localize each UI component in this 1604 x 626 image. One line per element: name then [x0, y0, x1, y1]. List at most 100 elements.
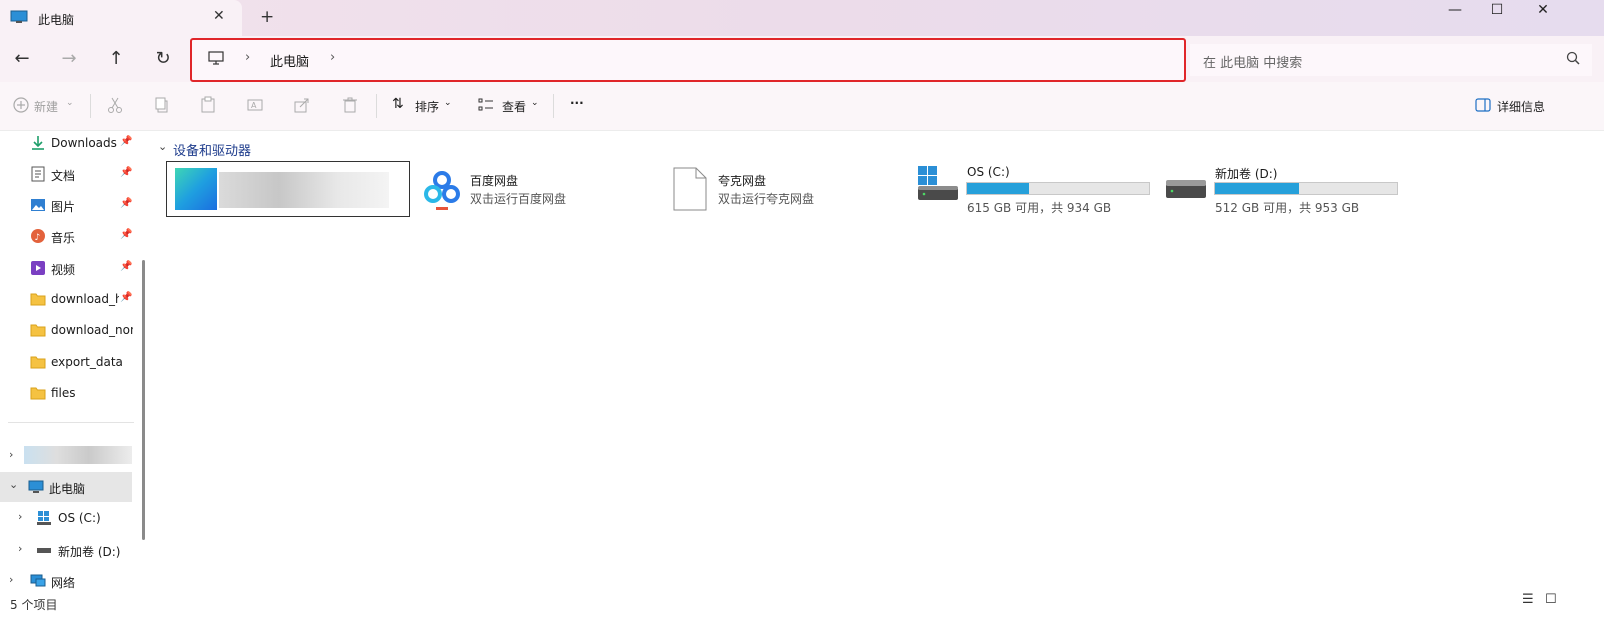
windows-drive-icon: [37, 511, 51, 525]
sidebar-item-download-non[interactable]: download_non: [0, 315, 142, 345]
sidebar-item-videos[interactable]: 视频 📌: [0, 253, 142, 283]
up-button[interactable]: ↑: [104, 48, 128, 70]
maximize-button[interactable]: ☐: [1482, 2, 1512, 18]
chevron-right-icon: ›: [18, 510, 23, 523]
tile-drive-d[interactable]: 新加卷 (D:) 512 GB 可用，共 953 GB: [1162, 160, 1406, 218]
breadcrumb-chevron-icon[interactable]: ›: [245, 50, 250, 65]
sidebar-item-label: files: [51, 386, 76, 400]
redacted-item-icon: [24, 446, 132, 464]
cut-icon[interactable]: [106, 96, 124, 114]
redacted-text: [219, 172, 389, 208]
pin-icon: 📌: [120, 167, 133, 178]
sidebar-item-downloads[interactable]: Downloads 📌: [0, 128, 142, 158]
tiles-view-button[interactable]: ☐: [1545, 592, 1557, 607]
tab-this-pc[interactable]: 此电脑 ✕: [0, 0, 242, 36]
tab-close-icon[interactable]: ✕: [213, 8, 225, 24]
sort-button[interactable]: 排序: [415, 98, 439, 115]
computer-icon: [28, 480, 44, 493]
tile-quark-netdisk[interactable]: 夸克网盘 双击运行夸克网盘: [666, 162, 910, 220]
tile-name: 夸克网盘: [718, 174, 767, 188]
sidebar-item-label: 网络: [51, 576, 76, 590]
pin-icon: 📌: [120, 198, 133, 209]
refresh-button[interactable]: ↻: [151, 48, 175, 70]
redacted-tile[interactable]: [166, 161, 410, 217]
sidebar-item-drive-c[interactable]: › OS (C:): [0, 503, 142, 533]
chevron-right-icon: ›: [9, 448, 14, 461]
window-close-button[interactable]: ✕: [1528, 2, 1558, 18]
new-tab-button[interactable]: +: [260, 7, 274, 27]
command-bar: [0, 82, 1604, 131]
sidebar-item-label: 此电脑: [49, 482, 86, 496]
drive-c-usage-bar: [966, 182, 1150, 195]
folder-icon: [30, 324, 46, 337]
pin-icon: 📌: [120, 261, 133, 272]
sidebar-item-export-data[interactable]: export_data: [0, 347, 142, 377]
divider: [8, 422, 134, 423]
music-icon: ♪: [31, 229, 45, 243]
tile-description: 双击运行百度网盘: [470, 192, 567, 206]
chevron-down-icon: ⌄: [9, 478, 19, 491]
sidebar-item-pictures[interactable]: 图片 📌: [0, 190, 142, 220]
video-icon: [31, 261, 45, 275]
sidebar-item-drive-d[interactable]: › 新加卷 (D:): [0, 535, 142, 565]
sidebar-item-network[interactable]: › 网络: [0, 566, 142, 596]
delete-icon[interactable]: [341, 96, 359, 114]
back-button[interactable]: ←: [10, 48, 34, 70]
group-header-devices[interactable]: 设备和驱动器: [173, 140, 251, 159]
picture-icon: [31, 199, 45, 211]
tile-name: 新加卷 (D:): [1215, 167, 1278, 181]
usage-bar-fill: [967, 183, 1030, 194]
svg-text:♪: ♪: [35, 233, 41, 243]
share-icon[interactable]: [293, 96, 311, 114]
redacted-app-icon: [175, 168, 217, 210]
address-bar[interactable]: [190, 38, 1186, 82]
details-button[interactable]: 详细信息: [1497, 98, 1545, 115]
plus-circle-icon: [13, 97, 29, 113]
new-button[interactable]: 新建: [34, 98, 58, 115]
sidebar-item-label: 新加卷 (D:): [58, 545, 121, 559]
sort-icon: ⇅: [392, 96, 404, 112]
tile-baidu-netdisk[interactable]: 百度网盘 双击运行百度网盘: [418, 162, 662, 220]
tile-description: 615 GB 可用，共 934 GB: [967, 201, 1112, 215]
baidu-netdisk-icon: [424, 171, 460, 210]
paste-icon[interactable]: [199, 96, 217, 114]
view-button[interactable]: 查看: [502, 98, 526, 115]
breadcrumb-this-pc[interactable]: 此电脑: [270, 51, 309, 70]
sidebar-item-files[interactable]: files: [0, 378, 142, 408]
search-icon[interactable]: [1565, 50, 1581, 66]
drive-icon: [1166, 180, 1206, 198]
document-icon: [31, 166, 45, 182]
folder-icon: [30, 387, 46, 400]
sidebar-item-label: OS (C:): [58, 511, 101, 525]
view-icon: [478, 98, 493, 111]
tab-title: 此电脑: [38, 13, 75, 27]
sidebar-item-music[interactable]: ♪ 音乐 📌: [0, 221, 142, 251]
sidebar-item-download-h[interactable]: download_h 📌: [0, 284, 142, 314]
more-options-button[interactable]: ···: [570, 96, 584, 110]
download-icon: [32, 136, 44, 150]
folder-icon: [30, 293, 46, 306]
search-input[interactable]: 在 此电脑 中搜索: [1203, 52, 1302, 71]
sidebar-item-this-pc[interactable]: ⌄ 此电脑: [0, 472, 132, 502]
network-icon: [30, 574, 46, 587]
svg-text:A: A: [251, 101, 257, 110]
pin-icon: 📌: [120, 229, 133, 240]
minimize-button[interactable]: —: [1440, 2, 1470, 18]
sidebar-item-redacted[interactable]: ›: [0, 441, 142, 471]
sidebar-scrollbar[interactable]: [142, 260, 145, 540]
tile-drive-c[interactable]: OS (C:) 615 GB 可用，共 934 GB: [914, 160, 1158, 218]
details-view-button[interactable]: ☰: [1522, 592, 1534, 607]
tile-name: 百度网盘: [470, 174, 519, 188]
chevron-down-icon[interactable]: ⌄: [158, 140, 167, 153]
chevron-down-icon: ⌄: [444, 98, 452, 108]
status-item-count: 5 个项目: [10, 598, 58, 612]
forward-button[interactable]: →: [57, 48, 81, 70]
copy-icon[interactable]: [153, 96, 171, 114]
divider: [553, 94, 554, 118]
breadcrumb-chevron-icon[interactable]: ›: [330, 50, 335, 65]
pin-icon: 📌: [120, 136, 133, 147]
pin-icon: 📌: [120, 292, 133, 303]
sidebar-item-documents[interactable]: 文档 📌: [0, 159, 142, 189]
file-icon: [673, 167, 707, 211]
rename-icon[interactable]: A: [246, 96, 264, 114]
